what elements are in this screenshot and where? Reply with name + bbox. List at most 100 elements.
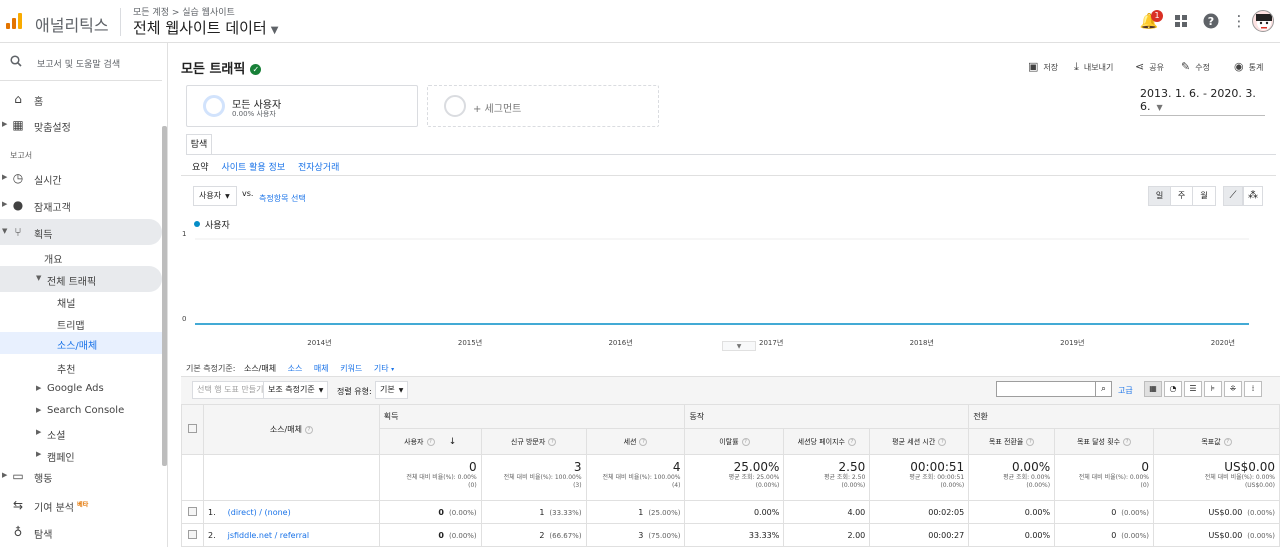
sort-type-dropdown[interactable]: 기본 ▼	[375, 381, 409, 399]
col-header-goal-conversion-rate[interactable]: 목표 전환율?	[968, 428, 1056, 455]
tab-site-usage[interactable]: 사이트 활용 정보	[221, 163, 285, 173]
more-vert-icon[interactable]: ⋮	[1229, 11, 1249, 31]
help-icon[interactable]: ?	[847, 437, 856, 446]
avatar[interactable]	[1252, 10, 1274, 32]
select-all-checkbox[interactable]	[187, 424, 197, 433]
granularity-month[interactable]: 월	[1193, 187, 1215, 205]
attribution-label: 기여 분석	[34, 503, 74, 514]
apps-grid-icon[interactable]	[1171, 11, 1191, 31]
report-search[interactable]: 보고서 및 도움말 검색	[0, 43, 162, 81]
help-icon[interactable]: ?	[426, 437, 435, 446]
sidebar-item-attribution[interactable]: ⇆ 기여 분석 베타	[0, 492, 162, 518]
col-label: 목표 달성 횟수	[1077, 437, 1121, 446]
sidebar-item-audience[interactable]: ▶ ● 잠재고객	[0, 192, 162, 218]
add-segment-button[interactable]: + 세그먼트	[427, 85, 659, 127]
help-icon[interactable]: ?	[1223, 437, 1232, 446]
dimension-source-medium[interactable]: 소스/매체	[244, 364, 276, 373]
expand-arrow-icon: ▶	[36, 450, 42, 458]
date-range-picker[interactable]: 2013. 1. 6. - 2020. 3. 6. ▼	[1140, 87, 1265, 116]
tab-summary[interactable]: 요약	[192, 163, 209, 173]
col-header-new-users[interactable]: 신규 방문자?	[480, 428, 587, 455]
help-icon[interactable]: ?	[304, 426, 313, 434]
total-value: 2.50	[838, 460, 866, 474]
col-header-users[interactable]: 사용자? ↓	[378, 428, 482, 455]
dimension-other[interactable]: 기타 ▾	[374, 364, 394, 373]
secondary-dimension-dropdown[interactable]: 보조 측정기준 ▼	[263, 381, 329, 399]
sidebar-item-behavior[interactable]: ▶ ▭ 행동	[0, 463, 162, 489]
col-header-goal-completions[interactable]: 목표 달성 횟수?	[1054, 428, 1154, 455]
granularity-week[interactable]: 주	[1171, 187, 1193, 205]
dimension-medium[interactable]: 매체	[314, 364, 329, 373]
property-selector[interactable]: 전체 웹사이트 데이터 ▼	[133, 17, 278, 38]
save-button[interactable]: ▣ 저장	[1028, 60, 1058, 73]
help-icon[interactable]: ?	[1026, 437, 1035, 446]
sidebar-scrollbar[interactable]	[162, 126, 167, 466]
help-icon[interactable]: ?	[1123, 437, 1132, 446]
row-checkbox[interactable]	[187, 529, 197, 539]
segment-all-users[interactable]: 모든 사용자 0.00% 사용자	[186, 85, 418, 127]
collapse-chart-button[interactable]: ▼	[722, 341, 756, 351]
total-sub: 전체 대비 비율(%): 100.00%	[503, 474, 582, 481]
motion-chart-icon[interactable]: ⁂	[1243, 186, 1263, 206]
edit-button[interactable]: ✎ 수정	[1181, 60, 1210, 73]
help-icon[interactable]: ?	[548, 437, 557, 446]
total-sub: (US$0.00)	[1244, 482, 1275, 489]
help-icon[interactable]: ?	[741, 437, 750, 446]
help-icon[interactable]: ?	[639, 437, 648, 446]
expand-arrow-icon: ▶	[2, 173, 8, 181]
pie-chart-icon[interactable]: ◔	[1164, 381, 1182, 397]
sidebar-item-realtime[interactable]: ▶ ◷ 실시간	[0, 165, 162, 191]
x-tick-label: 2020년	[1211, 338, 1235, 347]
cell-percent: (0.00%)	[1121, 531, 1149, 540]
col-header-avg-session-duration[interactable]: 평균 세션 시간?	[869, 428, 970, 455]
total-sub: (3)	[573, 482, 582, 489]
line-chart[interactable]: 1 0 2014년 2015년 2016년 2017년 2018년 2019년 2020년	[181, 231, 1276, 349]
lightbulb-icon: ♁	[13, 525, 23, 539]
select-all-cell	[181, 404, 204, 455]
sidebar-item-discover[interactable]: ♁ 탐색	[0, 519, 162, 545]
comparison-icon[interactable]: ⊧	[1204, 381, 1222, 397]
col-header-sessions[interactable]: 세션?	[585, 428, 686, 455]
app-title[interactable]: 애널리틱스	[35, 12, 109, 36]
tab-ecommerce[interactable]: 전자상거래	[298, 163, 339, 173]
help-icon[interactable]: ?	[1201, 11, 1221, 31]
col-header-source-medium[interactable]: 소스/매체?	[202, 404, 380, 455]
analytics-logo-icon[interactable]	[4, 11, 24, 31]
export-button[interactable]: ⤓ 내보내기	[1074, 60, 1113, 74]
cell-pages-per-session: 4.00	[783, 500, 871, 524]
row-checkbox[interactable]	[187, 506, 197, 516]
search-icon[interactable]: ⌕	[1095, 381, 1112, 397]
row-source-link[interactable]: (direct) / (none)	[228, 508, 291, 517]
select-metric-link[interactable]: 측정항목 선택	[259, 193, 306, 204]
sidebar-item-customization[interactable]: ▶ ▦ 맞춤설정	[0, 112, 162, 138]
data-table-icon[interactable]: ▦	[1144, 381, 1162, 397]
plot-rows-button[interactable]: 선택 행 도표 만들기	[192, 381, 269, 399]
granularity-day[interactable]: 일	[1149, 187, 1171, 205]
dimension-keyword[interactable]: 키워드	[340, 364, 362, 373]
table-search-input[interactable]	[996, 381, 1096, 397]
sidebar-item-source-medium[interactable]: 소스/매체	[0, 332, 162, 354]
line-chart-icon[interactable]: ⟋	[1223, 186, 1243, 206]
sidebar-item-acquisition[interactable]: ▼ ⑂ 획득	[0, 219, 162, 245]
dimension-source[interactable]: 소스	[288, 364, 303, 373]
term-cloud-icon[interactable]: ⁜	[1224, 381, 1242, 397]
sidebar-item-home[interactable]: ⌂ 홈	[0, 86, 162, 112]
col-header-goal-value[interactable]: 목표값?	[1153, 428, 1280, 455]
col-header-pages-per-session[interactable]: 세션당 페이지수?	[783, 428, 871, 455]
pivot-icon[interactable]: ⁞	[1244, 381, 1262, 397]
help-icon[interactable]: ?	[938, 437, 947, 446]
row-source-link[interactable]: jsfiddle.net / referral	[228, 531, 310, 540]
cell-users: 0 (0.00%)	[378, 523, 482, 547]
total-goal-completions: 0 전체 대비 비율(%): 0.00% (0)	[1054, 454, 1154, 501]
reports-section-label: 보고서	[10, 151, 33, 160]
tab-explore[interactable]: 탐색	[186, 134, 212, 155]
metric-dropdown[interactable]: 사용자 ▼	[193, 186, 237, 206]
col-header-bounce-rate[interactable]: 이탈률?	[684, 428, 785, 455]
x-tick-label: 2016년	[608, 338, 632, 347]
performance-icon[interactable]: ☰	[1184, 381, 1202, 397]
insights-button[interactable]: ◉ 통계	[1234, 60, 1263, 73]
advanced-filter-link[interactable]: 고급	[1118, 385, 1133, 396]
sidebar-item-label: 실시간	[34, 176, 62, 187]
share-button[interactable]: ⋖ 공유	[1135, 60, 1164, 73]
total-value: US$0.00	[1224, 460, 1275, 474]
